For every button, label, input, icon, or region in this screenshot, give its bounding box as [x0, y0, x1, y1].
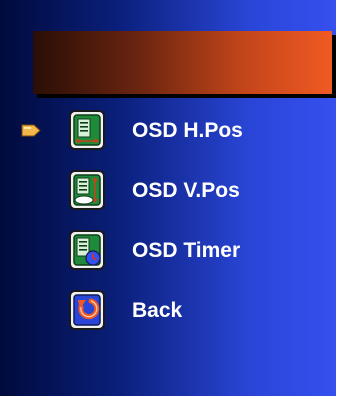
menu-item-label: OSD H.Pos: [132, 119, 243, 142]
osd-timer-icon: [69, 230, 105, 270]
menu-item-label: OSD Timer: [132, 239, 241, 262]
menu-item-label: Back: [132, 299, 183, 322]
menu-item-osd-h-pos[interactable]: OSD H.Pos: [0, 108, 336, 154]
osd-vertical-position-icon: [69, 170, 105, 210]
osd-menu-panel: OSD H.Pos OSD V.Pos OSD Timer Back: [0, 0, 336, 396]
title-bar: [33, 31, 332, 94]
menu-item-label: OSD V.Pos: [132, 179, 240, 202]
selection-cursor-icon: [21, 124, 41, 137]
back-return-icon: [69, 290, 105, 330]
osd-horizontal-position-icon: [69, 110, 105, 150]
menu-item-back[interactable]: Back: [0, 288, 336, 334]
menu-item-osd-v-pos[interactable]: OSD V.Pos: [0, 168, 336, 214]
menu-item-osd-timer[interactable]: OSD Timer: [0, 228, 336, 274]
